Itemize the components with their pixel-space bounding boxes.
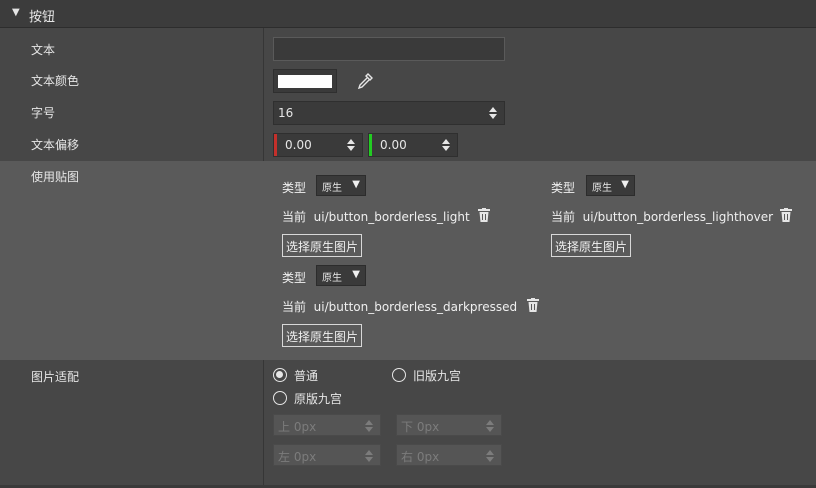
font-size-label: 字号: [31, 106, 56, 120]
slot2-current-label: 当前: [551, 210, 576, 224]
slot2-type-value: 原生: [592, 183, 612, 194]
eyedropper-icon[interactable]: [355, 71, 375, 91]
radio-vanilla-nine-slice-label[interactable]: 原版九宫: [294, 390, 342, 407]
font-size-value: 16: [278, 106, 294, 120]
y-axis-marker: [369, 134, 372, 156]
inset-right-value: 右 0px: [401, 450, 440, 464]
slot1-current-label: 当前: [282, 210, 307, 224]
spin-arrows-icon[interactable]: [441, 137, 451, 153]
use-texture-panel: 使用贴图 类型 原生 ▼ 当前 ui/button_borderless_lig…: [0, 161, 816, 360]
offset-y-spinbox[interactable]: 0.00: [368, 133, 458, 157]
slot2-path: ui/button_borderless_lighthover: [582, 210, 774, 224]
text-color-label: 文本颜色: [31, 74, 80, 88]
offset-y-value: 0.00: [380, 138, 407, 152]
radio-legacy-nine-slice[interactable]: [392, 368, 406, 382]
caret-down-icon: ▼: [621, 179, 629, 190]
caret-down-icon: ▼: [352, 179, 360, 190]
text-offset-label: 文本偏移: [31, 138, 80, 152]
radio-normal-label[interactable]: 普通: [294, 367, 318, 384]
slot3-choose-image-button[interactable]: 选择原生图片: [282, 324, 363, 347]
image-fit-label: 图片适配: [31, 370, 80, 384]
slot2-type-dropdown[interactable]: 原生 ▼: [586, 175, 635, 196]
inset-bottom-spinbox[interactable]: 下 0px: [396, 414, 502, 436]
inset-top-value: 上 0px: [278, 420, 317, 434]
radio-vanilla-nine-slice[interactable]: [273, 391, 287, 405]
spin-arrows-icon[interactable]: [485, 418, 495, 434]
inset-bottom-value: 下 0px: [401, 420, 440, 434]
inset-top-spinbox[interactable]: 上 0px: [273, 414, 381, 436]
trash-icon[interactable]: [478, 208, 490, 222]
inset-left-value: 左 0px: [278, 450, 317, 464]
caret-down-icon: ▼: [352, 269, 360, 280]
slot3-current: 当前 ui/button_borderless_darkpressed: [282, 298, 517, 315]
slot1-type-dropdown[interactable]: 原生 ▼: [316, 175, 366, 196]
slot1-type-value: 原生: [322, 183, 342, 194]
text-color-swatch[interactable]: [273, 69, 337, 93]
triangle-down-icon[interactable]: ▼: [12, 7, 20, 18]
radio-normal[interactable]: [273, 368, 287, 382]
trash-icon[interactable]: [527, 298, 539, 312]
spin-arrows-icon[interactable]: [364, 418, 374, 434]
section-title: 按钮: [29, 10, 56, 25]
inset-right-spinbox[interactable]: 右 0px: [396, 444, 502, 466]
slot2-type-label: 类型: [551, 181, 576, 195]
use-texture-label: 使用贴图: [31, 170, 80, 184]
slot3-path: ui/button_borderless_darkpressed: [313, 300, 518, 314]
slot1-choose-image-button[interactable]: 选择原生图片: [282, 234, 363, 257]
spin-arrows-icon[interactable]: [346, 137, 356, 153]
slot3-type-value: 原生: [322, 273, 342, 284]
offset-x-value: 0.00: [285, 138, 312, 152]
text-input[interactable]: [273, 37, 505, 61]
spin-arrows-icon[interactable]: [488, 105, 498, 121]
section-header[interactable]: ▼ 按钮: [0, 0, 816, 28]
color-fill: [278, 75, 332, 88]
inset-left-spinbox[interactable]: 左 0px: [273, 444, 381, 466]
text-label: 文本: [31, 43, 56, 57]
slot1-type-label: 类型: [282, 181, 307, 195]
slot2-current: 当前 ui/button_borderless_lighthover: [551, 208, 773, 225]
x-axis-marker: [274, 134, 277, 156]
slot3-current-label: 当前: [282, 300, 307, 314]
offset-x-spinbox[interactable]: 0.00: [273, 133, 363, 157]
slot1-path: ui/button_borderless_light: [313, 210, 470, 224]
trash-icon[interactable]: [780, 208, 792, 222]
spin-arrows-icon[interactable]: [364, 448, 374, 464]
radio-legacy-nine-slice-label[interactable]: 旧版九宫: [413, 367, 461, 384]
font-size-spinbox[interactable]: 16: [273, 101, 505, 125]
slot1-current: 当前 ui/button_borderless_light: [282, 208, 470, 225]
slot3-type-label: 类型: [282, 271, 307, 285]
spin-arrows-icon[interactable]: [485, 448, 495, 464]
slot3-type-dropdown[interactable]: 原生 ▼: [316, 265, 366, 286]
slot2-choose-image-button[interactable]: 选择原生图片: [551, 234, 632, 257]
